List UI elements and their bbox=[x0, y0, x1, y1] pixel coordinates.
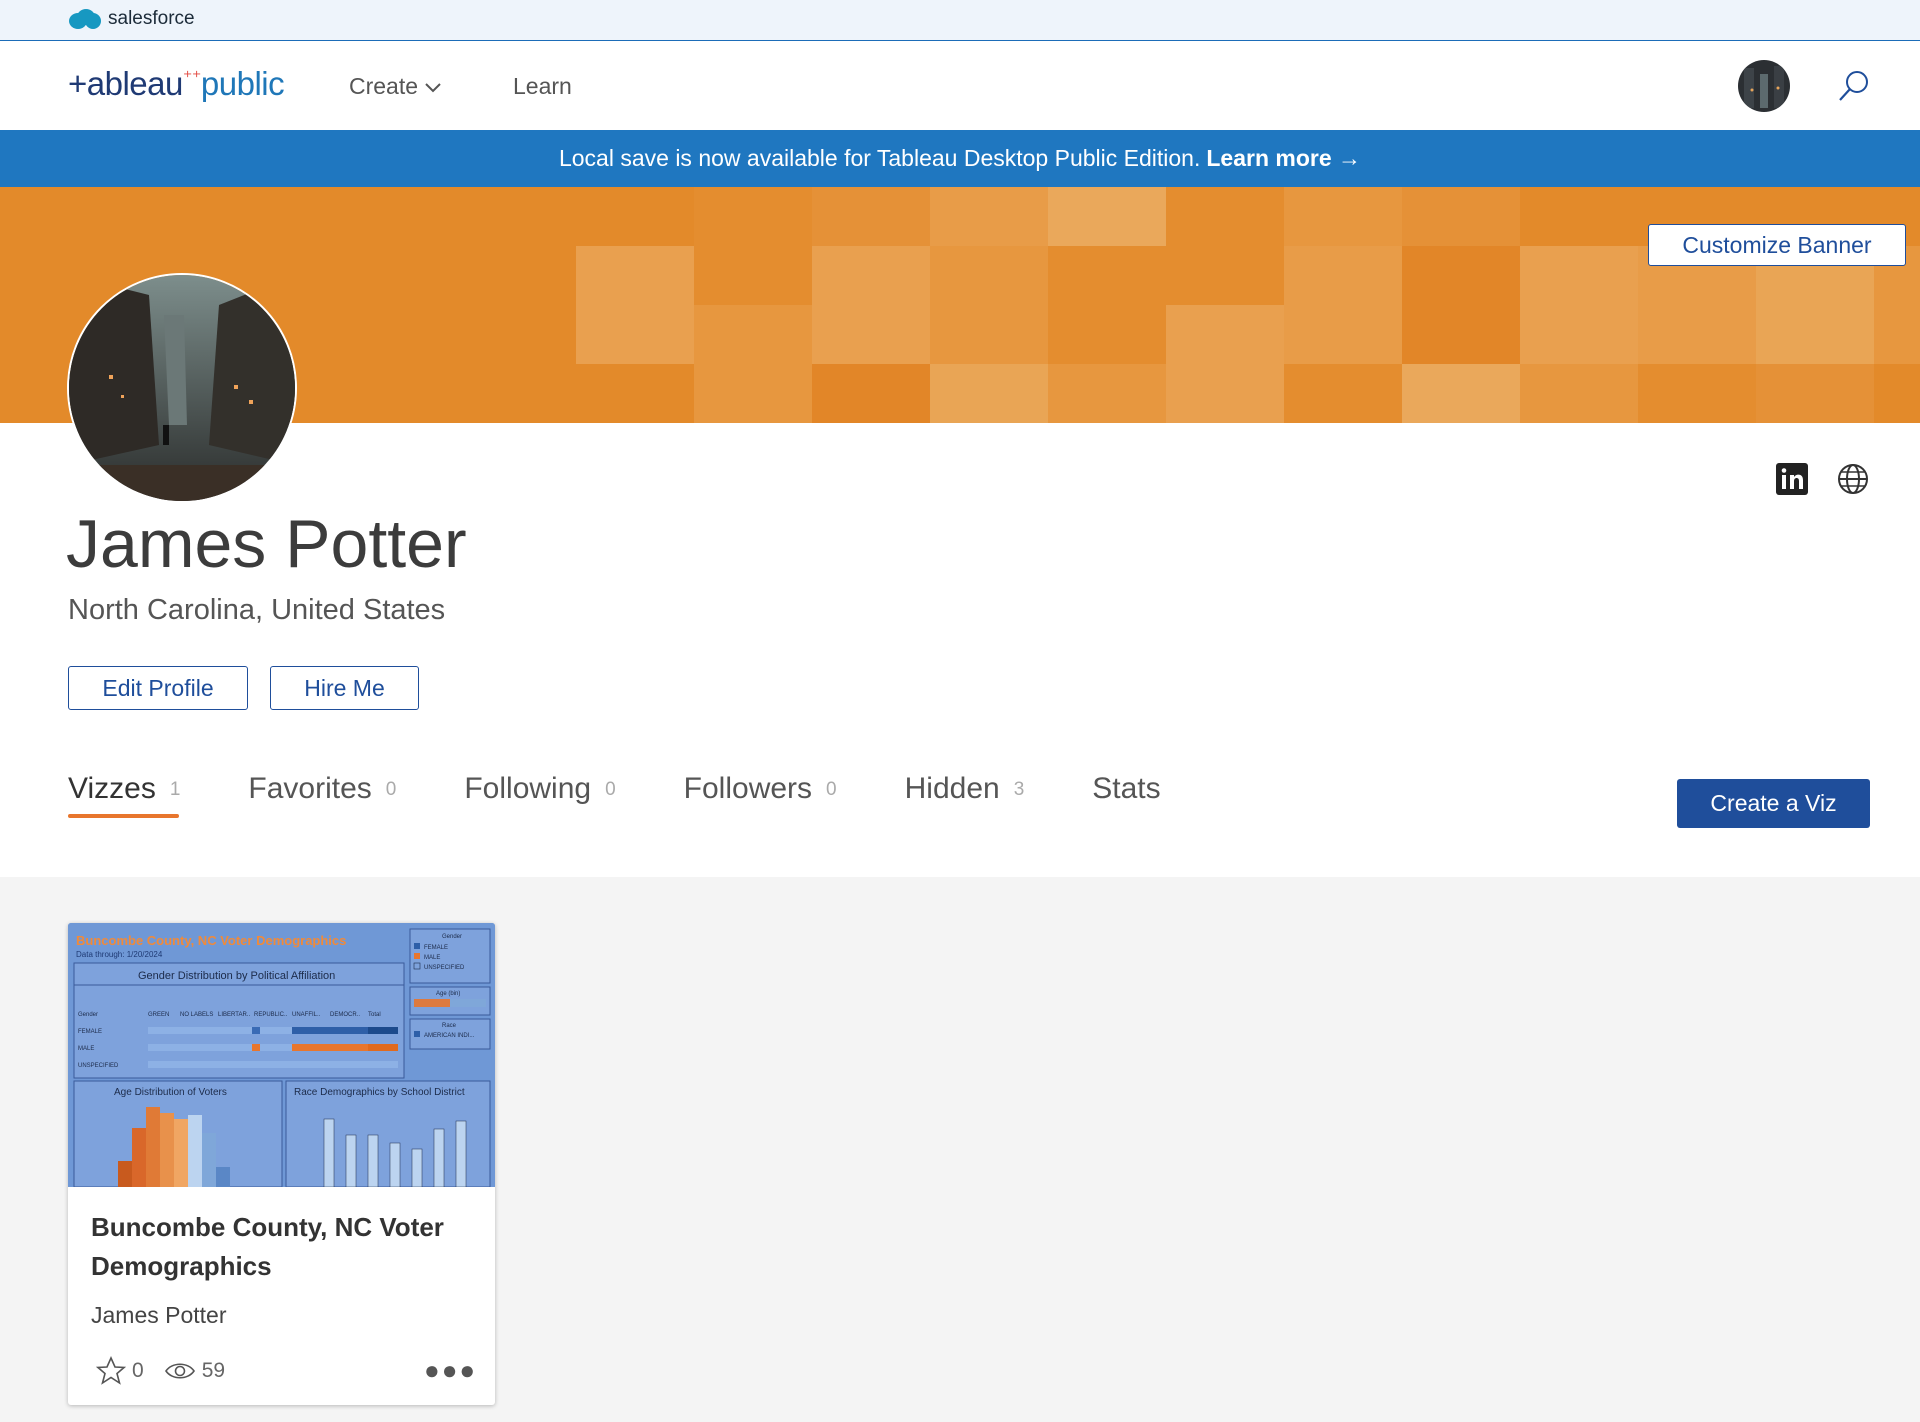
create-a-viz-button[interactable]: Create a Viz bbox=[1677, 779, 1870, 828]
viz-card-title[interactable]: Buncombe County, NC Voter Demographics bbox=[91, 1208, 471, 1286]
hire-me-button[interactable]: Hire Me bbox=[270, 666, 419, 710]
viz-thumbnail-image: Buncombe County, NC Voter Demographics D… bbox=[68, 923, 495, 1188]
svg-text:REPUBLIC..: REPUBLIC.. bbox=[254, 1012, 288, 1018]
star-icon[interactable] bbox=[96, 1356, 126, 1386]
salesforce-bar: salesforce bbox=[0, 0, 1920, 41]
svg-text:UNAFFIL..: UNAFFIL.. bbox=[292, 1012, 321, 1018]
thumb-section3: Race Demographics by School District bbox=[294, 1087, 465, 1098]
more-options-icon[interactable]: ●●● bbox=[424, 1355, 477, 1386]
tab-count: 3 bbox=[1013, 779, 1025, 801]
svg-text:NO LABELS: NO LABELS bbox=[180, 1012, 213, 1018]
nav-learn-link[interactable]: Learn bbox=[513, 73, 572, 100]
thumb-legend-unspecified: UNSPECIFIED bbox=[424, 965, 465, 971]
viz-card-author[interactable]: James Potter bbox=[91, 1302, 227, 1329]
svg-text:UNSPECIFIED: UNSPECIFIED bbox=[78, 1063, 119, 1069]
globe-icon[interactable] bbox=[1836, 462, 1870, 496]
tab-hidden[interactable]: Hidden 3 bbox=[905, 772, 1025, 806]
svg-text:LIBERTAR..: LIBERTAR.. bbox=[218, 1012, 250, 1018]
tab-count: 0 bbox=[605, 779, 616, 801]
tab-count: 0 bbox=[826, 779, 837, 801]
user-avatar[interactable] bbox=[1738, 60, 1790, 112]
profile-name: James Potter bbox=[66, 506, 467, 582]
tab-vizzes[interactable]: Vizzes 1 bbox=[68, 772, 181, 818]
svg-text:Total: Total bbox=[368, 1012, 381, 1018]
svg-text:DEMOCR..: DEMOCR.. bbox=[330, 1012, 360, 1018]
search-icon[interactable] bbox=[1836, 68, 1872, 104]
tab-stats[interactable]: Stats bbox=[1092, 772, 1160, 806]
profile-photo-image bbox=[69, 275, 295, 501]
tab-label: Followers bbox=[683, 772, 813, 805]
avatar-image bbox=[1738, 60, 1790, 112]
viz-card[interactable]: Buncombe County, NC Voter Demographics D… bbox=[68, 923, 495, 1405]
logo-part2: public bbox=[200, 65, 285, 102]
thumb-legend-female: FEMALE bbox=[424, 945, 448, 951]
views-count: 59 bbox=[201, 1359, 226, 1382]
tab-count: 1 bbox=[169, 779, 181, 801]
top-nav: +ableau⁺⁺public Create Learn bbox=[0, 41, 1920, 130]
tab-followers[interactable]: Followers 0 bbox=[684, 772, 837, 806]
salesforce-text: salesforce bbox=[108, 8, 195, 29]
tableau-public-logo[interactable]: +ableau⁺⁺public bbox=[68, 65, 285, 103]
eye-icon bbox=[164, 1363, 195, 1379]
edit-profile-button[interactable]: Edit Profile bbox=[68, 666, 248, 710]
tab-count: 0 bbox=[385, 779, 397, 801]
tab-following[interactable]: Following 0 bbox=[464, 772, 615, 806]
salesforce-logo[interactable]: salesforce bbox=[68, 8, 195, 30]
announcement-learn-more-link[interactable]: Learn more → bbox=[1206, 145, 1361, 172]
nav-create-label: Create bbox=[349, 73, 419, 99]
logo-part1: +ableau bbox=[68, 65, 183, 102]
profile-location: North Carolina, United States bbox=[68, 594, 446, 626]
logo-sparkle-icon: ⁺⁺ bbox=[182, 67, 202, 87]
tab-label: Favorites bbox=[248, 772, 372, 805]
announcement-bar: Local save is now available for Tableau … bbox=[0, 130, 1920, 187]
announcement-text: Local save is now available for Tableau … bbox=[558, 145, 1201, 171]
svg-text:Gender: Gender bbox=[78, 1012, 98, 1018]
thumb-section1: Gender Distribution by Political Affilia… bbox=[138, 970, 335, 982]
thumb-legend-gender: Gender bbox=[442, 934, 462, 940]
thumb-legend-male: MALE bbox=[424, 955, 440, 961]
viz-card-stats: 0 59 bbox=[96, 1356, 225, 1386]
svg-text:MALE: MALE bbox=[78, 1046, 94, 1052]
profile-avatar bbox=[67, 273, 297, 503]
tab-favorites[interactable]: Favorites 0 bbox=[248, 772, 396, 806]
svg-text:FEMALE: FEMALE bbox=[78, 1029, 102, 1035]
thumb-legend-race: Race bbox=[442, 1023, 457, 1029]
thumb-title: Buncombe County, NC Voter Demographics bbox=[76, 933, 346, 948]
chevron-down-icon bbox=[425, 82, 441, 92]
favorites-count: 0 bbox=[132, 1359, 144, 1382]
thumb-legend-race-item: AMERICAN INDI... bbox=[424, 1033, 475, 1039]
linkedin-icon[interactable] bbox=[1775, 462, 1809, 496]
salesforce-cloud-icon bbox=[69, 9, 101, 29]
tab-label: Hidden bbox=[904, 772, 1000, 805]
thumb-legend-age: Age (bin) bbox=[436, 991, 460, 997]
thumb-section2: Age Distribution of Voters bbox=[114, 1087, 227, 1098]
profile-tabs: Vizzes 1 Favorites 0 Following 0 Followers 0… bbox=[68, 772, 1229, 818]
tab-label: Vizzes bbox=[68, 772, 156, 805]
tab-label: Stats bbox=[1092, 772, 1161, 805]
tab-label: Following bbox=[464, 772, 592, 805]
nav-create-menu[interactable]: Create bbox=[349, 73, 442, 100]
svg-text:GREEN: GREEN bbox=[148, 1012, 169, 1018]
customize-banner-button[interactable]: Customize Banner bbox=[1648, 224, 1906, 266]
viz-thumbnail[interactable]: Buncombe County, NC Voter Demographics D… bbox=[68, 923, 495, 1188]
thumb-subtitle: Data through: 1/20/2024 bbox=[76, 950, 163, 959]
